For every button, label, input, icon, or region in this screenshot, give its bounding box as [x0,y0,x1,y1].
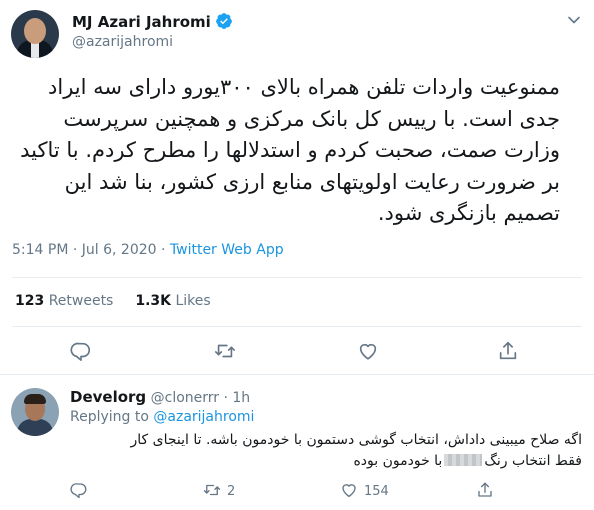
likes-count: 1.3K [135,293,172,309]
author-handle[interactable]: @azarijahromi [72,34,173,50]
replying-to-prefix: Replying to [70,409,154,425]
divider [12,326,582,327]
heart-icon[interactable] [357,340,379,362]
verified-badge-icon [215,12,233,34]
reply-retweet-count: 2 [227,484,236,499]
replying-to-link[interactable]: @azarijahromi [153,409,254,425]
reply-text-line: فقط انتخاب رنگ با خودمون بوده [70,451,582,472]
tweet-text-line: جدی است. با رییس کل بانک مرکزی و همچنین … [63,106,560,131]
tweet-text-line: تصمیم بازنگری شود. [377,201,560,225]
author-avatar[interactable] [11,10,59,58]
avatar-face [24,18,46,44]
retweet-icon [203,484,221,496]
reply-header: Develorg @clonerrr · 1h [70,388,250,406]
tweet-stats: 123 Retweets 1.3K Likes [15,293,211,309]
reply-author-name[interactable]: Develorg [70,388,146,406]
reply-time[interactable]: · 1h [224,390,251,406]
likes-stat[interactable]: 1.3K Likes [135,293,210,309]
reply-icon[interactable] [70,340,92,362]
reply-text-fragment: فقط انتخاب رنگ [484,453,582,469]
chevron-down-icon[interactable] [566,12,582,28]
likes-label: Likes [175,293,211,309]
avatar-hair [24,394,46,404]
author-name[interactable]: MJ Azari Jahromi [72,13,211,31]
tweet-timestamp[interactable]: 5:14 PM · Jul 6, 2020 · [12,242,170,258]
tweet-source-app[interactable]: Twitter Web App [170,242,284,258]
tweet-text-line: بر ضرورت رعایت اولویتهای منابع ارزی کشور… [64,169,560,194]
retweet-icon[interactable] [214,340,236,362]
retweets-stat[interactable]: 123 Retweets [15,293,113,309]
tweet-timestamp-row: 5:14 PM · Jul 6, 2020 · Twitter Web App [12,242,284,258]
reply-author-avatar[interactable] [11,388,59,436]
author-name-row[interactable]: MJ Azari Jahromi [72,12,233,34]
redacted-text [444,454,483,466]
tweet-text: ممنوعیت واردات تلفن همراه بالای ۳۰۰یورو … [12,72,560,230]
reply-like-button[interactable]: 154 [340,481,389,501]
reply-text: اگه صلاح میبینی داداش، انتخاب گوشی دستمو… [70,430,582,472]
heart-icon [342,484,356,498]
reply-share-button[interactable] [476,481,494,501]
retweets-count: 123 [15,293,45,309]
retweets-label: Retweets [48,293,114,309]
tweet-text-line: وزارت صمت، صحبت کردم و استدلالها را مطرح… [20,138,560,162]
divider [0,374,594,375]
replying-to: Replying to @azarijahromi [70,409,254,425]
tweet-text-line: ممنوعیت واردات تلفن همراه بالای ۳۰۰یورو … [48,75,560,99]
share-icon [478,482,492,497]
reply-icon [70,483,87,499]
reply-text-line: اگه صلاح میبینی داداش، انتخاب گوشی دستمو… [130,432,582,448]
reply-author-handle[interactable]: @clonerrr [151,390,219,406]
reply-retweet-button[interactable]: 2 [203,481,235,501]
reply-reply-button[interactable] [70,481,88,501]
avatar-body [17,419,53,436]
reply-text-fragment: با خودمون بوده [353,453,443,469]
reply-like-count: 154 [364,484,389,499]
share-icon[interactable] [497,340,519,362]
divider [12,277,582,278]
